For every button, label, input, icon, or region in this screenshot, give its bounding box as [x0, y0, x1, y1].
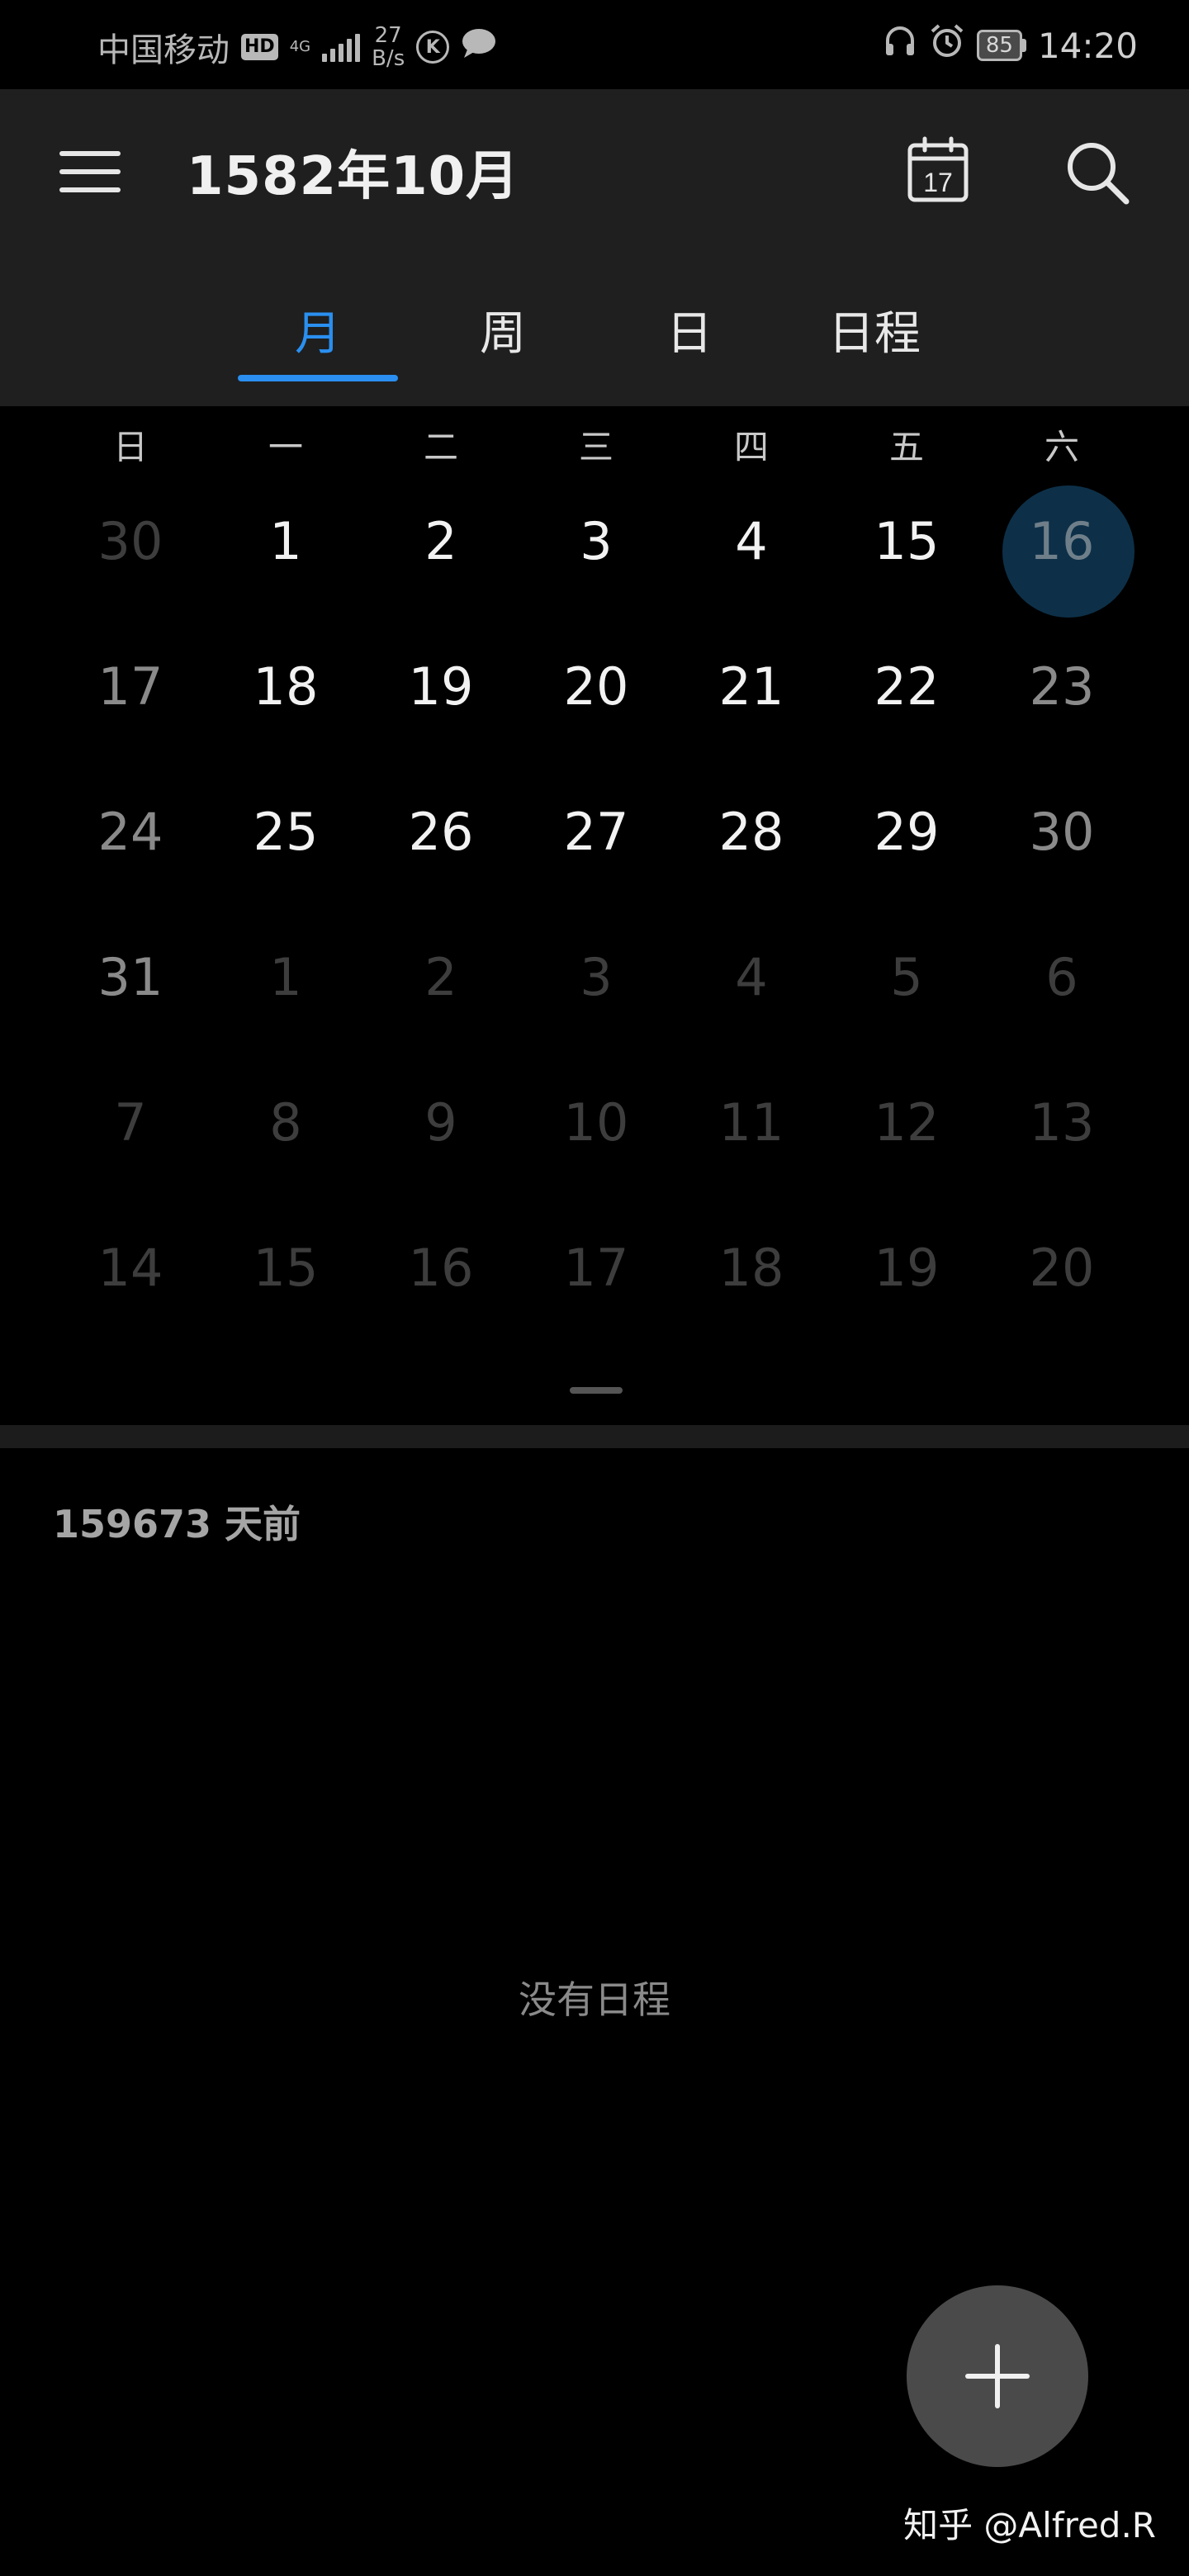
day-cell[interactable]: 17 [530, 1214, 662, 1346]
section-divider [0, 1425, 1189, 1448]
day-cell[interactable]: 19 [841, 1214, 973, 1346]
day-cell[interactable]: 1 [220, 487, 352, 619]
chat-bubble-icon [461, 26, 497, 68]
days-ago-label: 159673 天前 [53, 1502, 301, 1546]
weekday-header: 日 一 二 三 四 五 六 [0, 414, 1189, 481]
day-cell[interactable]: 28 [685, 778, 817, 910]
network-indicator: 4G [290, 40, 310, 54]
watermark: 知乎 @Alfred.R [903, 2505, 1156, 2545]
calendar-today-icon[interactable]: 17 [905, 135, 971, 205]
network-speed-value: 27 [374, 23, 402, 48]
signal-icon [322, 32, 361, 62]
network-speed-unit: B/s [372, 46, 405, 71]
tab-indicator [238, 375, 398, 381]
day-cell[interactable]: 29 [841, 778, 973, 910]
day-cell[interactable]: 27 [530, 778, 662, 910]
day-cell[interactable]: 21 [685, 632, 817, 765]
search-icon[interactable] [1062, 137, 1131, 206]
day-cell[interactable]: 20 [530, 632, 662, 765]
battery-level: 85 [976, 30, 1022, 61]
day-cell[interactable]: 15 [220, 1214, 352, 1346]
day-cell[interactable]: 10 [530, 1068, 662, 1200]
tab-day[interactable]: 日 [609, 281, 770, 406]
day-cell[interactable]: 7 [64, 1068, 197, 1200]
day-cell[interactable]: 3 [530, 487, 662, 619]
day-cell-selected[interactable]: 16 [996, 487, 1128, 619]
day-cell[interactable]: 8 [220, 1068, 352, 1200]
clock-time: 14:20 [1037, 25, 1138, 66]
day-cell[interactable]: 5 [841, 923, 973, 1055]
tab-agenda[interactable]: 日程 [794, 281, 955, 406]
headphones-icon [883, 24, 917, 67]
network-speed: 27 B/s [372, 24, 405, 70]
day-cell[interactable]: 12 [841, 1068, 973, 1200]
drag-handle[interactable] [570, 1387, 623, 1394]
empty-schedule-message: 没有日程 [519, 1977, 670, 2022]
day-cell[interactable]: 31 [64, 923, 197, 1055]
weekday-label: 六 [1044, 427, 1079, 467]
app-bar: 1582年10月 17 月 周 日 日程 [0, 89, 1189, 406]
tab-week[interactable]: 周 [423, 281, 583, 406]
add-event-button[interactable] [907, 2285, 1088, 2467]
day-cell[interactable]: 13 [996, 1068, 1128, 1200]
plus-icon [965, 2344, 1030, 2408]
day-cell[interactable]: 6 [996, 923, 1128, 1055]
status-bar: 中国移动 HD 4G 27 B/s K 85 14:20 [0, 0, 1189, 89]
day-cell[interactable]: 15 [841, 487, 973, 619]
day-cell[interactable]: 11 [685, 1068, 817, 1200]
view-tabs: 月 周 日 日程 [0, 281, 1189, 406]
day-cell[interactable]: 2 [375, 923, 507, 1055]
day-cell[interactable]: 23 [996, 632, 1128, 765]
day-cell[interactable]: 2 [375, 487, 507, 619]
tab-month[interactable]: 月 [238, 281, 398, 406]
weekday-label: 一 [268, 427, 303, 467]
day-cell[interactable]: 4 [685, 487, 817, 619]
carrier-name: 中国移动 [97, 31, 230, 69]
day-cell[interactable]: 1 [220, 923, 352, 1055]
day-cell[interactable]: 16 [375, 1214, 507, 1346]
status-bar-left: 中国移动 HD 4G 27 B/s K [97, 23, 497, 71]
network-type: 4G [289, 38, 311, 55]
day-cell[interactable]: 14 [64, 1214, 197, 1346]
weekday-label: 日 [112, 427, 148, 467]
day-cell[interactable]: 19 [375, 632, 507, 765]
day-cell[interactable]: 4 [685, 923, 817, 1055]
weekday-label: 二 [423, 427, 458, 467]
day-cell[interactable]: 3 [530, 923, 662, 1055]
status-bar-right: 85 14:20 [883, 23, 1138, 68]
weekday-label: 四 [733, 427, 769, 467]
day-cell[interactable]: 25 [220, 778, 352, 910]
weekday-label: 三 [578, 427, 613, 467]
day-cell[interactable]: 18 [220, 632, 352, 765]
day-cell[interactable]: 30 [996, 778, 1128, 910]
month-title[interactable]: 1582年10月 [187, 134, 519, 210]
weekday-label: 五 [888, 427, 924, 467]
day-cell[interactable]: 30 [64, 487, 197, 619]
day-cell[interactable]: 24 [64, 778, 197, 910]
alarm-icon [929, 23, 965, 68]
day-cell[interactable]: 17 [64, 632, 197, 765]
menu-icon[interactable] [59, 139, 126, 205]
day-cell[interactable]: 26 [375, 778, 507, 910]
day-cell[interactable]: 22 [841, 632, 973, 765]
day-cell[interactable]: 18 [685, 1214, 817, 1346]
day-cell[interactable]: 20 [996, 1214, 1128, 1346]
svg-text:17: 17 [923, 168, 953, 197]
hd-badge: HD [241, 34, 278, 60]
k-app-icon: K [416, 31, 450, 64]
day-cell[interactable]: 9 [375, 1068, 507, 1200]
battery-icon: 85 [976, 30, 1026, 61]
